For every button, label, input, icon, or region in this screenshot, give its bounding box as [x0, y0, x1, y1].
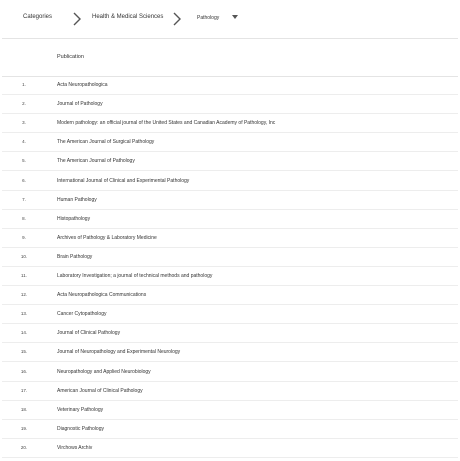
- table-header: Publication: [2, 39, 458, 77]
- table-row[interactable]: 11. Laboratory Investigation; a journal o…: [2, 267, 458, 286]
- rank-cell: 13.: [20, 311, 28, 317]
- rank-cell: 16.: [20, 368, 28, 374]
- table-row[interactable]: 18. Veterinary Pathology: [2, 401, 458, 420]
- publication-name-link[interactable]: Diagnostic Pathology: [57, 426, 104, 432]
- publication-name-link[interactable]: Human Pathology: [57, 197, 97, 203]
- table-row[interactable]: 5. The American Journal of Pathology: [2, 152, 458, 172]
- table-row[interactable]: 9. Archives of Pathology & Laboratory Med…: [2, 229, 458, 248]
- breadcrumb-category-link[interactable]: Health & Medical Sciences: [92, 14, 163, 20]
- table-row[interactable]: 1. Acta Neuropathologica: [2, 76, 458, 95]
- publication-name-link[interactable]: Journal of Pathology: [57, 101, 103, 107]
- publication-column-header[interactable]: Publication: [57, 54, 84, 60]
- table-row[interactable]: 3. Modern pathology: an official journal …: [2, 114, 458, 134]
- table-row[interactable]: 16. Neuropathology and Applied Neurobiolo…: [2, 363, 458, 382]
- publication-name-link[interactable]: Journal of Neuropathology and Experiment…: [57, 349, 180, 355]
- table-row[interactable]: 13. Cancer Cytopathology: [2, 305, 458, 325]
- rank-cell: 4.: [22, 139, 26, 145]
- rank-cell: 10.: [20, 253, 28, 259]
- table-row[interactable]: 15. Journal of Neuropathology and Experim…: [2, 343, 458, 363]
- breadcrumb: Categories Health & Medical Sciences Pat…: [0, 0, 460, 38]
- publication-name-link[interactable]: Archives of Pathology & Laboratory Medic…: [57, 235, 157, 241]
- rank-cell: 8.: [22, 215, 26, 221]
- breadcrumb-categories-link[interactable]: Categories: [23, 14, 52, 20]
- rank-cell: 7.: [22, 196, 26, 202]
- publication-name-link[interactable]: The American Journal of Surgical Patholo…: [57, 139, 154, 145]
- table-row[interactable]: 2. Journal of Pathology: [2, 95, 458, 115]
- rank-cell: 3.: [22, 120, 26, 126]
- publication-name-link[interactable]: Modern pathology: an official journal of…: [57, 120, 275, 126]
- caret-down-icon[interactable]: [231, 14, 239, 20]
- table-row[interactable]: 19. Diagnostic Pathology: [2, 420, 458, 439]
- rank-cell: 18.: [20, 406, 28, 412]
- publication-name-link[interactable]: Neuropathology and Applied Neurobiology: [57, 369, 151, 375]
- rank-cell: 15.: [20, 349, 28, 355]
- publications-table: Publication 1. Acta Neuropathologica 2. Jou…: [2, 38, 458, 461]
- table-row[interactable]: 6. International Journal of Clinical and …: [2, 172, 458, 191]
- rank-cell: 14.: [20, 330, 28, 336]
- table-row[interactable]: 8. Histopathology: [2, 210, 458, 229]
- rank-cell: 1.: [22, 82, 26, 87]
- rank-cell: 19.: [20, 425, 28, 431]
- table-row[interactable]: 12. Acta Neuropathologica Communications: [2, 286, 458, 306]
- table-row[interactable]: 17. American Journal of Clinical Patholog…: [2, 382, 458, 401]
- publication-name-link[interactable]: The American Journal of Pathology: [57, 158, 135, 164]
- chevron-right-icon: [171, 12, 183, 26]
- rank-cell: 20.: [20, 444, 28, 450]
- table-row[interactable]: 10. Brain Pathology: [2, 248, 458, 267]
- publication-name-link[interactable]: Journal of Clinical Pathology: [57, 330, 120, 336]
- breadcrumb-subcategory-select[interactable]: Pathology: [197, 15, 219, 21]
- chevron-right-icon: [71, 12, 83, 26]
- rank-cell: 9.: [22, 234, 26, 240]
- publication-name-link[interactable]: Acta Neuropathologica: [57, 82, 108, 88]
- rank-cell: 2.: [22, 101, 26, 107]
- publication-name-link[interactable]: Virchows Archiv: [57, 445, 92, 451]
- publication-name-link[interactable]: Laboratory Investigation; a journal of t…: [57, 273, 212, 279]
- table-row[interactable]: 14. Journal of Clinical Pathology: [2, 324, 458, 344]
- publication-name-link[interactable]: Veterinary Pathology: [57, 407, 103, 413]
- rank-cell: 11.: [21, 273, 27, 278]
- rank-cell: 17.: [20, 387, 28, 393]
- publication-name-link[interactable]: Histopathology: [57, 216, 90, 222]
- table-row[interactable]: 4. The American Journal of Surgical Patho…: [2, 133, 458, 153]
- publication-name-link[interactable]: International Journal of Clinical and Ex…: [57, 178, 189, 184]
- publication-name-link[interactable]: Cancer Cytopathology: [57, 311, 106, 317]
- rank-cell: 6.: [22, 177, 26, 183]
- rank-cell: 12.: [20, 292, 28, 298]
- publication-name-link[interactable]: Brain Pathology: [57, 254, 92, 260]
- table-row[interactable]: 20. Virchows Archiv: [2, 439, 458, 458]
- table-row[interactable]: 7. Human Pathology: [2, 191, 458, 210]
- publication-name-link[interactable]: American Journal of Clinical Pathology: [57, 388, 143, 394]
- publication-name-link[interactable]: Acta Neuropathologica Communications: [57, 292, 146, 298]
- rank-cell: 5.: [22, 158, 26, 164]
